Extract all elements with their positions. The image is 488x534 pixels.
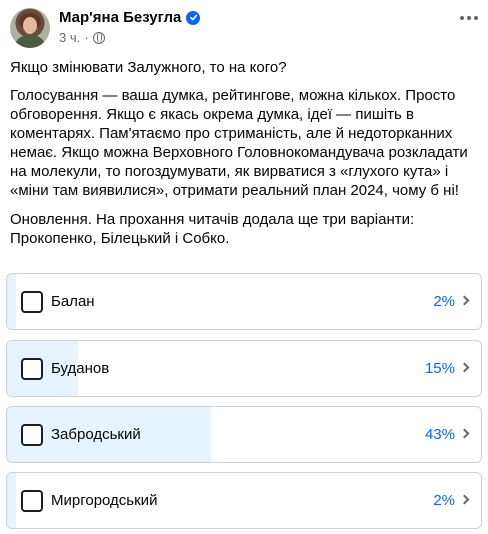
poll-option[interactable]: Буданов 15% bbox=[6, 340, 482, 397]
avatar-body bbox=[14, 35, 46, 48]
poll-checkbox[interactable] bbox=[21, 490, 43, 512]
chevron-right-icon bbox=[459, 362, 470, 373]
chevron-right-icon bbox=[459, 494, 470, 505]
post-title: Якщо змінювати Залужного, то на кого? bbox=[10, 59, 287, 76]
poll-checkbox[interactable] bbox=[21, 358, 43, 380]
poll-option[interactable]: Балан 2% bbox=[6, 273, 482, 330]
poll-checkbox[interactable] bbox=[21, 291, 43, 313]
poll-option-fill bbox=[7, 473, 17, 528]
author-name[interactable]: Мар'яна Безугла bbox=[59, 9, 181, 26]
poll-option-fill bbox=[7, 274, 17, 329]
poll-option-label: Забродський bbox=[51, 426, 141, 443]
poll-option-percent: 2% bbox=[433, 492, 455, 509]
post-update: Оновлення. На прохання читачів додала ще… bbox=[10, 211, 415, 247]
verified-badge-icon bbox=[186, 10, 201, 25]
poll-option-label: Балан bbox=[51, 293, 95, 310]
avatar[interactable] bbox=[10, 8, 50, 48]
poll-option-label: Миргородський bbox=[51, 492, 158, 509]
more-options-button[interactable] bbox=[460, 16, 478, 20]
author-line: Мар'яна Безугла bbox=[59, 9, 201, 26]
poll-option-label: Буданов bbox=[51, 360, 110, 377]
post-header: Мар'яна Безугла 3 ч. · bbox=[10, 8, 480, 50]
post-meta: 3 ч. · bbox=[59, 30, 105, 45]
poll-option-percent: 43% bbox=[424, 426, 455, 443]
poll-checkbox[interactable] bbox=[21, 424, 43, 446]
chevron-right-icon bbox=[459, 295, 470, 306]
poll-option[interactable]: Миргородський 2% bbox=[6, 472, 482, 529]
poll-option-percent: 15% bbox=[424, 360, 455, 377]
poll-option-percent: 2% bbox=[433, 293, 455, 310]
dot-icon bbox=[467, 16, 471, 20]
avatar-face bbox=[23, 17, 37, 34]
dot-icon bbox=[460, 16, 464, 20]
post-body: Голосування — ваша думка, рейтингове, мо… bbox=[10, 87, 468, 199]
globe-icon bbox=[92, 31, 105, 44]
post-time[interactable]: 3 ч. bbox=[59, 30, 80, 45]
chevron-right-icon bbox=[459, 428, 470, 439]
post-text: Якщо змінювати Залужного, то на кого? Го… bbox=[10, 58, 478, 258]
dot-icon bbox=[474, 16, 478, 20]
poll-option[interactable]: Забродський 43% bbox=[6, 406, 482, 463]
meta-separator: · bbox=[84, 30, 89, 45]
